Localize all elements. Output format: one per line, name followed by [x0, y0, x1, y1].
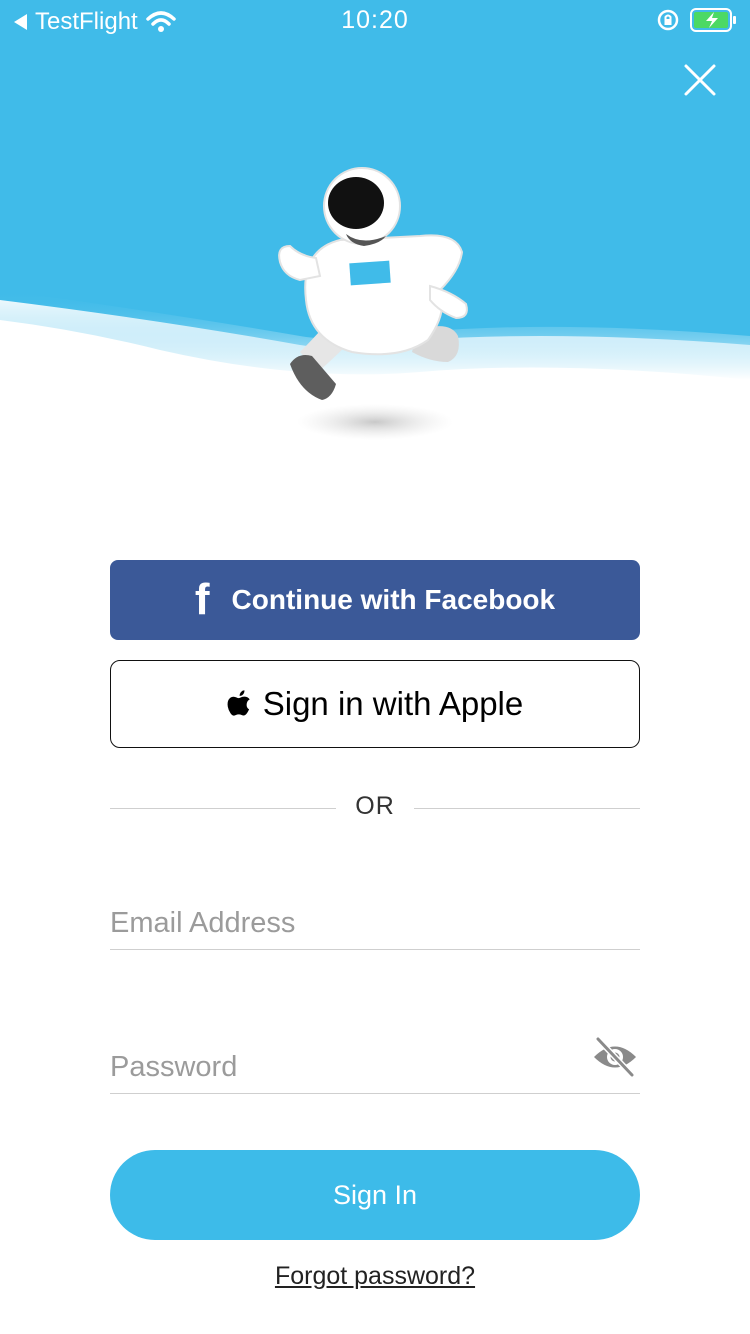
close-button[interactable]: [680, 60, 720, 100]
or-label: OR: [355, 792, 395, 820]
facebook-icon: f: [194, 575, 210, 624]
forgot-password-link[interactable]: Forgot password?: [0, 1262, 750, 1291]
email-field-container: [110, 880, 640, 950]
eye-slash-icon: [594, 1036, 636, 1078]
astronaut-illustration: [0, 0, 750, 470]
password-visibility-toggle[interactable]: [592, 1036, 638, 1078]
divider-line-right: [414, 808, 640, 809]
status-indicators: [656, 7, 738, 33]
orientation-lock-icon: [657, 9, 679, 31]
status-bar: TestFlight 10:20: [0, 0, 750, 40]
clock: 10:20: [341, 6, 409, 34]
password-field-container: [110, 1024, 640, 1094]
facebook-button-label: Continue with Facebook: [231, 584, 556, 615]
close-icon: [684, 64, 716, 96]
email-field[interactable]: [110, 880, 640, 949]
sign-in-button[interactable]: Sign In: [110, 1150, 640, 1240]
continue-with-facebook-button[interactable]: f Continue with Facebook: [110, 560, 640, 640]
battery-charging-icon: [690, 8, 736, 32]
or-divider: OR: [110, 790, 640, 826]
apple-button-label: Sign in with Apple: [262, 685, 524, 722]
password-field[interactable]: [110, 1024, 640, 1093]
apple-icon: [227, 690, 250, 716]
sign-in-with-apple-button[interactable]: Sign in with Apple: [110, 660, 640, 748]
hero-banner: [0, 0, 750, 470]
